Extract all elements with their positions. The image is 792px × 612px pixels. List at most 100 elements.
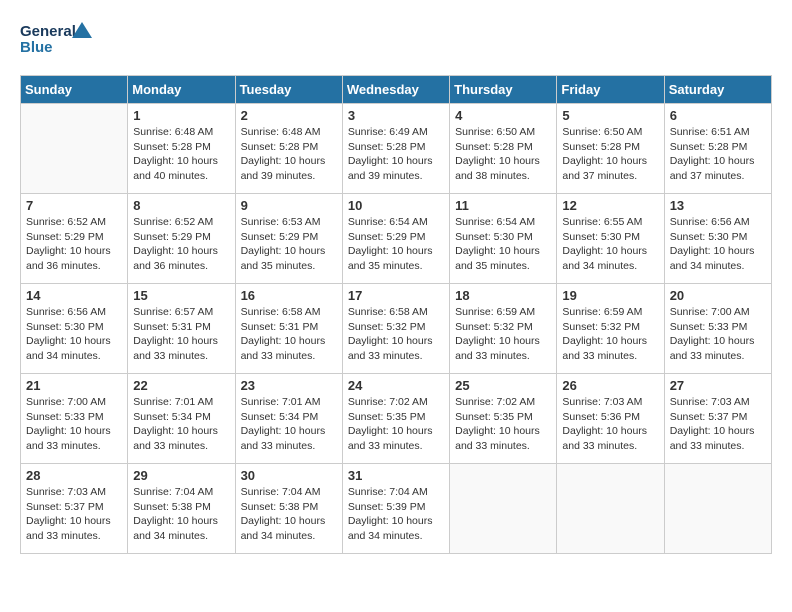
day-number: 1	[133, 108, 229, 123]
day-info: Sunrise: 7:01 AM Sunset: 5:34 PM Dayligh…	[133, 395, 229, 454]
calendar-header-row: SundayMondayTuesdayWednesdayThursdayFrid…	[21, 76, 772, 104]
calendar-cell: 31 Sunrise: 7:04 AM Sunset: 5:39 PM Dayli…	[342, 464, 449, 554]
calendar-cell: 13 Sunrise: 6:56 AM Sunset: 5:30 PM Dayli…	[664, 194, 771, 284]
calendar-cell: 21 Sunrise: 7:00 AM Sunset: 5:33 PM Dayli…	[21, 374, 128, 464]
day-info: Sunrise: 6:50 AM Sunset: 5:28 PM Dayligh…	[455, 125, 551, 184]
calendar-cell: 20 Sunrise: 7:00 AM Sunset: 5:33 PM Dayli…	[664, 284, 771, 374]
day-info: Sunrise: 7:02 AM Sunset: 5:35 PM Dayligh…	[455, 395, 551, 454]
calendar-cell: 24Sunrise: 7:02 AM Sunset: 5:35 PM Dayli…	[342, 374, 449, 464]
calendar-header-wednesday: Wednesday	[342, 76, 449, 104]
calendar-cell: 7 Sunrise: 6:52 AM Sunset: 5:29 PM Daylig…	[21, 194, 128, 284]
calendar-cell: 1 Sunrise: 6:48 AM Sunset: 5:28 PM Daylig…	[128, 104, 235, 194]
day-info: Sunrise: 7:00 AM Sunset: 5:33 PM Dayligh…	[670, 305, 766, 364]
calendar-header-sunday: Sunday	[21, 76, 128, 104]
calendar-body: 1 Sunrise: 6:48 AM Sunset: 5:28 PM Daylig…	[21, 104, 772, 554]
calendar-week-1: 1 Sunrise: 6:48 AM Sunset: 5:28 PM Daylig…	[21, 104, 772, 194]
day-info: Sunrise: 7:04 AM Sunset: 5:39 PM Dayligh…	[348, 485, 444, 544]
calendar-cell: 23 Sunrise: 7:01 AM Sunset: 5:34 PM Dayli…	[235, 374, 342, 464]
day-info: Sunrise: 7:04 AM Sunset: 5:38 PM Dayligh…	[133, 485, 229, 544]
day-number: 31	[348, 468, 444, 483]
day-number: 10	[348, 198, 444, 213]
calendar-cell: 27 Sunrise: 7:03 AM Sunset: 5:37 PM Dayli…	[664, 374, 771, 464]
day-info: Sunrise: 6:52 AM Sunset: 5:29 PM Dayligh…	[133, 215, 229, 274]
day-number: 24	[348, 378, 444, 393]
calendar-cell: 10 Sunrise: 6:54 AM Sunset: 5:29 PM Dayli…	[342, 194, 449, 284]
calendar-cell: 2 Sunrise: 6:48 AM Sunset: 5:28 PM Daylig…	[235, 104, 342, 194]
logo-svg: General Blue	[20, 20, 100, 65]
calendar-cell	[450, 464, 557, 554]
calendar-cell	[664, 464, 771, 554]
day-info: Sunrise: 6:51 AM Sunset: 5:28 PM Dayligh…	[670, 125, 766, 184]
calendar-cell: 9Sunrise: 6:53 AM Sunset: 5:29 PM Daylig…	[235, 194, 342, 284]
day-number: 16	[241, 288, 337, 303]
day-number: 14	[26, 288, 122, 303]
day-info: Sunrise: 7:01 AM Sunset: 5:34 PM Dayligh…	[241, 395, 337, 454]
day-info: Sunrise: 6:54 AM Sunset: 5:30 PM Dayligh…	[455, 215, 551, 274]
day-number: 19	[562, 288, 658, 303]
calendar-cell: 28Sunrise: 7:03 AM Sunset: 5:37 PM Dayli…	[21, 464, 128, 554]
day-info: Sunrise: 6:52 AM Sunset: 5:29 PM Dayligh…	[26, 215, 122, 274]
day-info: Sunrise: 6:54 AM Sunset: 5:29 PM Dayligh…	[348, 215, 444, 274]
day-number: 28	[26, 468, 122, 483]
day-info: Sunrise: 6:59 AM Sunset: 5:32 PM Dayligh…	[455, 305, 551, 364]
calendar-cell: 5 Sunrise: 6:50 AM Sunset: 5:28 PM Daylig…	[557, 104, 664, 194]
calendar-header-friday: Friday	[557, 76, 664, 104]
day-number: 7	[26, 198, 122, 213]
day-number: 29	[133, 468, 229, 483]
day-number: 3	[348, 108, 444, 123]
day-info: Sunrise: 6:59 AM Sunset: 5:32 PM Dayligh…	[562, 305, 658, 364]
calendar-cell	[557, 464, 664, 554]
day-number: 23	[241, 378, 337, 393]
day-info: Sunrise: 7:03 AM Sunset: 5:37 PM Dayligh…	[670, 395, 766, 454]
day-info: Sunrise: 6:57 AM Sunset: 5:31 PM Dayligh…	[133, 305, 229, 364]
calendar-cell: 15 Sunrise: 6:57 AM Sunset: 5:31 PM Dayli…	[128, 284, 235, 374]
day-info: Sunrise: 6:55 AM Sunset: 5:30 PM Dayligh…	[562, 215, 658, 274]
day-number: 2	[241, 108, 337, 123]
calendar-cell: 26Sunrise: 7:03 AM Sunset: 5:36 PM Dayli…	[557, 374, 664, 464]
calendar-cell: 4 Sunrise: 6:50 AM Sunset: 5:28 PM Daylig…	[450, 104, 557, 194]
calendar-cell: 8 Sunrise: 6:52 AM Sunset: 5:29 PM Daylig…	[128, 194, 235, 284]
day-info: Sunrise: 6:56 AM Sunset: 5:30 PM Dayligh…	[26, 305, 122, 364]
day-info: Sunrise: 7:04 AM Sunset: 5:38 PM Dayligh…	[241, 485, 337, 544]
day-info: Sunrise: 7:00 AM Sunset: 5:33 PM Dayligh…	[26, 395, 122, 454]
day-number: 4	[455, 108, 551, 123]
day-info: Sunrise: 7:03 AM Sunset: 5:36 PM Dayligh…	[562, 395, 658, 454]
day-number: 18	[455, 288, 551, 303]
calendar-header-monday: Monday	[128, 76, 235, 104]
day-number: 25	[455, 378, 551, 393]
day-number: 27	[670, 378, 766, 393]
calendar-week-4: 21 Sunrise: 7:00 AM Sunset: 5:33 PM Dayli…	[21, 374, 772, 464]
day-number: 20	[670, 288, 766, 303]
day-info: Sunrise: 6:50 AM Sunset: 5:28 PM Dayligh…	[562, 125, 658, 184]
calendar-header-saturday: Saturday	[664, 76, 771, 104]
calendar-cell: 11Sunrise: 6:54 AM Sunset: 5:30 PM Dayli…	[450, 194, 557, 284]
day-info: Sunrise: 6:48 AM Sunset: 5:28 PM Dayligh…	[241, 125, 337, 184]
calendar-cell: 17 Sunrise: 6:58 AM Sunset: 5:32 PM Dayli…	[342, 284, 449, 374]
day-number: 12	[562, 198, 658, 213]
calendar-week-3: 14 Sunrise: 6:56 AM Sunset: 5:30 PM Dayli…	[21, 284, 772, 374]
day-number: 21	[26, 378, 122, 393]
calendar-cell	[21, 104, 128, 194]
logo: General Blue	[20, 20, 100, 65]
calendar-cell: 12 Sunrise: 6:55 AM Sunset: 5:30 PM Dayli…	[557, 194, 664, 284]
day-info: Sunrise: 6:58 AM Sunset: 5:32 PM Dayligh…	[348, 305, 444, 364]
calendar-cell: 3 Sunrise: 6:49 AM Sunset: 5:28 PM Daylig…	[342, 104, 449, 194]
day-number: 13	[670, 198, 766, 213]
calendar-cell: 16Sunrise: 6:58 AM Sunset: 5:31 PM Dayli…	[235, 284, 342, 374]
day-number: 17	[348, 288, 444, 303]
calendar-cell: 30Sunrise: 7:04 AM Sunset: 5:38 PM Dayli…	[235, 464, 342, 554]
day-number: 22	[133, 378, 229, 393]
day-info: Sunrise: 6:49 AM Sunset: 5:28 PM Dayligh…	[348, 125, 444, 184]
calendar-header-thursday: Thursday	[450, 76, 557, 104]
calendar-cell: 19 Sunrise: 6:59 AM Sunset: 5:32 PM Dayli…	[557, 284, 664, 374]
calendar-week-5: 28Sunrise: 7:03 AM Sunset: 5:37 PM Dayli…	[21, 464, 772, 554]
calendar-cell: 25 Sunrise: 7:02 AM Sunset: 5:35 PM Dayli…	[450, 374, 557, 464]
day-info: Sunrise: 6:53 AM Sunset: 5:29 PM Dayligh…	[241, 215, 337, 274]
day-info: Sunrise: 6:48 AM Sunset: 5:28 PM Dayligh…	[133, 125, 229, 184]
day-info: Sunrise: 6:56 AM Sunset: 5:30 PM Dayligh…	[670, 215, 766, 274]
calendar-cell: 6Sunrise: 6:51 AM Sunset: 5:28 PM Daylig…	[664, 104, 771, 194]
day-number: 5	[562, 108, 658, 123]
day-number: 15	[133, 288, 229, 303]
day-number: 8	[133, 198, 229, 213]
calendar-cell: 18 Sunrise: 6:59 AM Sunset: 5:32 PM Dayli…	[450, 284, 557, 374]
